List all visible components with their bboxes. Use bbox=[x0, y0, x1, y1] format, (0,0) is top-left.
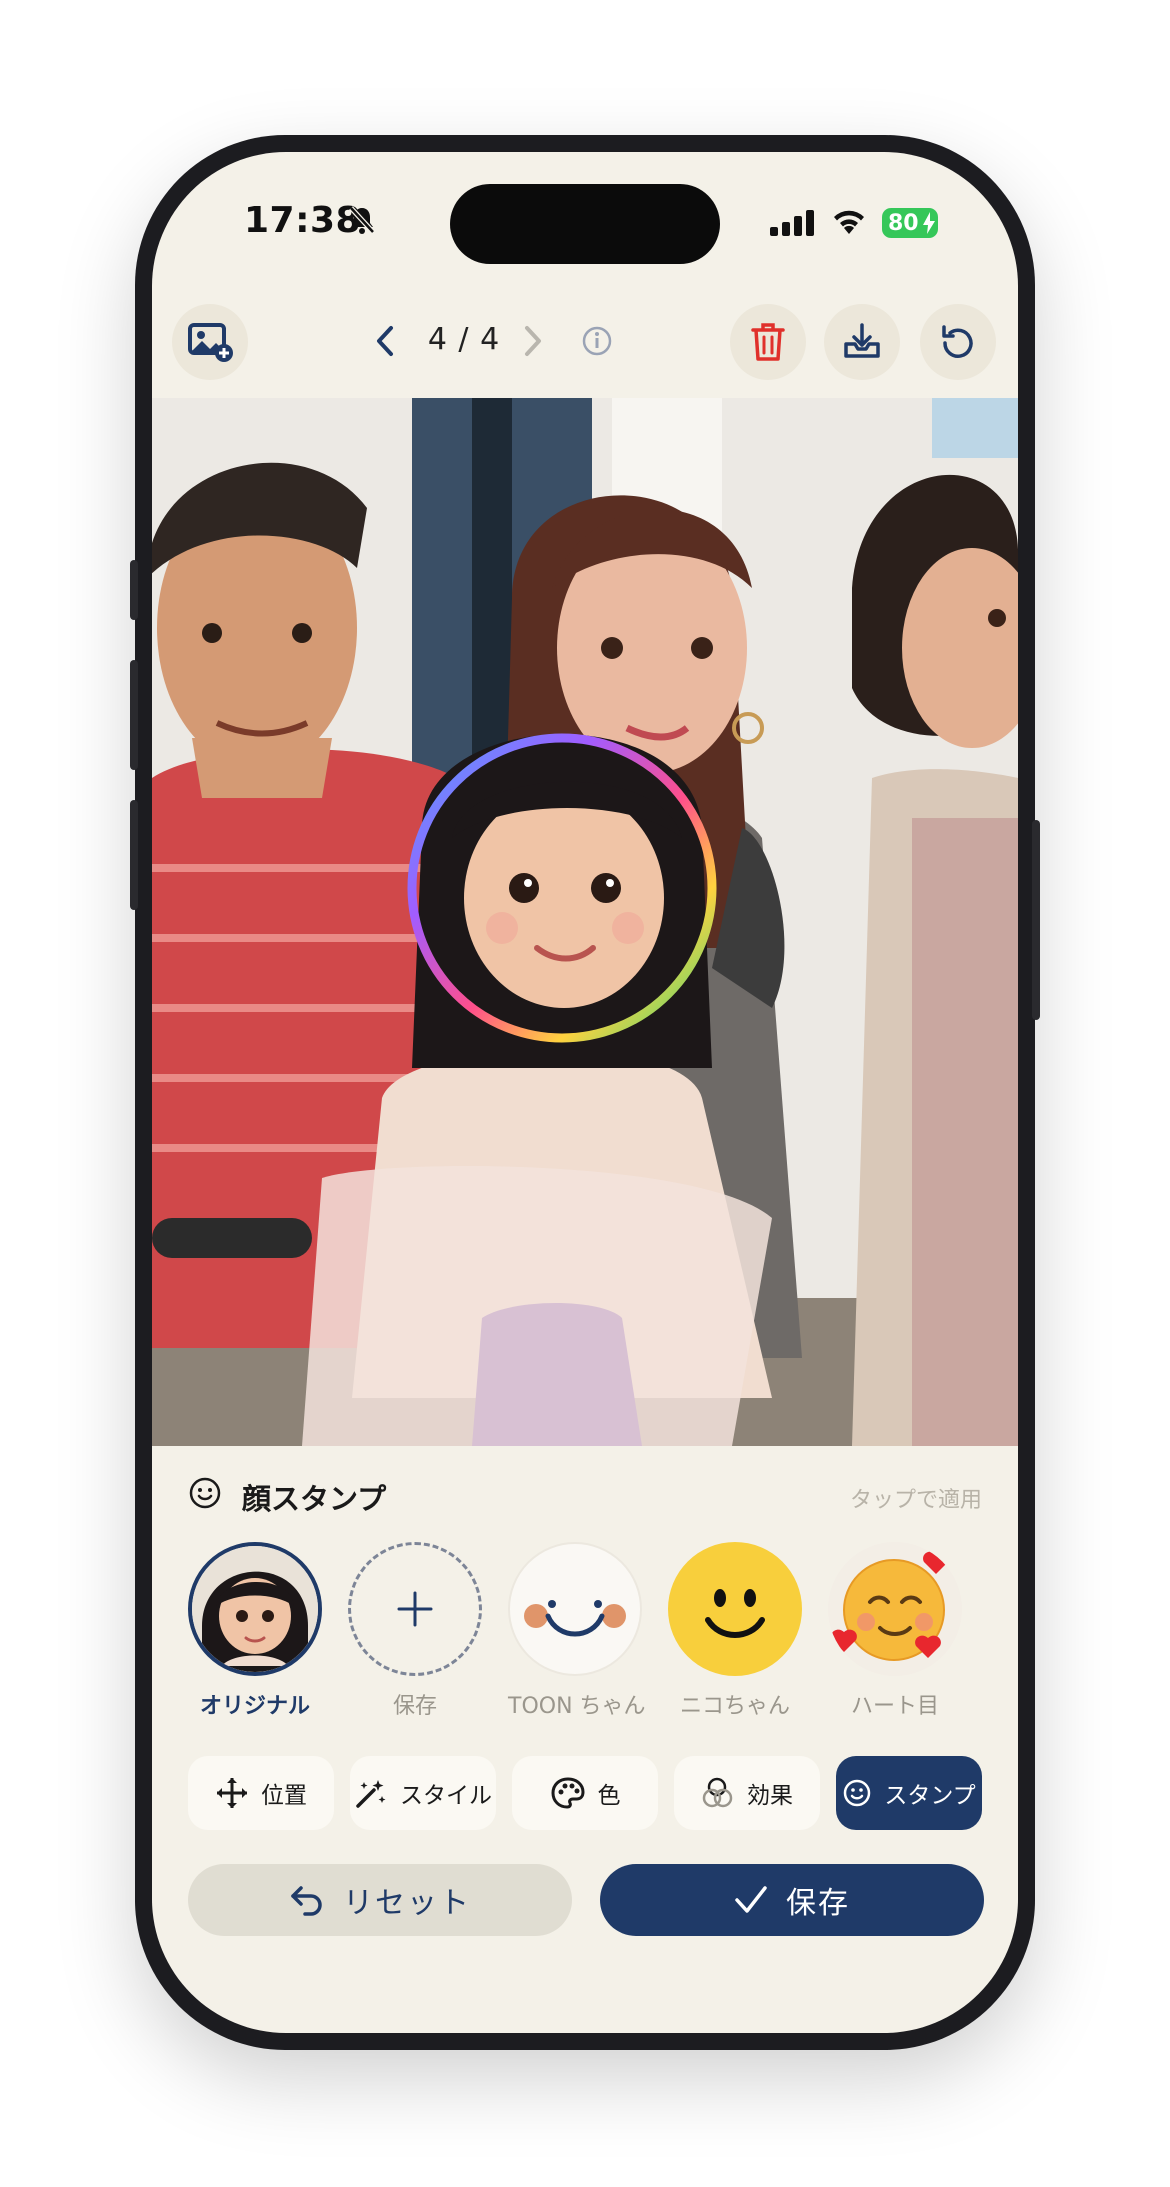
dynamic-island bbox=[450, 184, 720, 264]
tool-label: 効果 bbox=[747, 1783, 793, 1809]
tool-stamp[interactable]: スタンプ bbox=[836, 1756, 982, 1830]
next-image-icon[interactable] bbox=[522, 324, 544, 358]
heart-emoji-icon bbox=[828, 1542, 962, 1676]
info-icon[interactable] bbox=[582, 326, 612, 356]
battery-level: 80 bbox=[888, 210, 919, 236]
move-icon bbox=[217, 1778, 247, 1808]
tool-label: スタンプ bbox=[884, 1783, 976, 1809]
bell-muted-icon bbox=[349, 206, 375, 234]
cellular-signal-icon bbox=[770, 210, 814, 236]
status-time: 17:38 bbox=[244, 200, 362, 241]
smile-icon bbox=[844, 1779, 871, 1807]
toon-face-icon bbox=[508, 1542, 642, 1676]
tool-color[interactable]: 色 bbox=[512, 1756, 658, 1830]
trash-icon bbox=[751, 323, 785, 361]
download-tray-icon bbox=[844, 323, 880, 358]
phone-volume-down bbox=[130, 800, 138, 910]
stamp-label: TOON ちゃん bbox=[508, 1694, 646, 1719]
stamp-save-new[interactable]: 保存 bbox=[348, 1542, 482, 1720]
charging-bolt-icon bbox=[923, 212, 935, 234]
rotate-undo-icon bbox=[942, 325, 973, 358]
previous-image-icon[interactable] bbox=[374, 324, 396, 358]
tool-style[interactable]: スタイル bbox=[350, 1756, 496, 1830]
checkmark-icon bbox=[735, 1886, 767, 1913]
phone-volume-up bbox=[130, 660, 138, 770]
add-photo-button[interactable] bbox=[172, 304, 248, 380]
edited-photo[interactable] bbox=[152, 398, 1018, 1446]
original-face-thumbnail bbox=[188, 1542, 322, 1676]
phone-side-button bbox=[130, 560, 138, 620]
battery-indicator: 80 bbox=[882, 208, 938, 238]
stamp-toon[interactable]: TOON ちゃん bbox=[508, 1542, 646, 1720]
panel-title: 顔スタンプ bbox=[242, 1482, 387, 1516]
delete-button[interactable] bbox=[730, 304, 806, 380]
tool-label: スタイル bbox=[400, 1783, 492, 1809]
stamp-heart-eyes[interactable]: ハート目 bbox=[828, 1542, 962, 1720]
image-counter: 4 / 4 bbox=[427, 322, 501, 357]
effects-icon bbox=[702, 1777, 733, 1808]
magic-wand-icon bbox=[356, 1780, 386, 1808]
reset-label: リセット bbox=[343, 1886, 471, 1921]
save-button[interactable]: 保存 bbox=[600, 1864, 984, 1936]
stamp-label: オリジナル bbox=[199, 1694, 310, 1719]
stamp-niko[interactable]: ニコちゃん bbox=[668, 1542, 802, 1720]
reset-button[interactable]: リセット bbox=[188, 1864, 572, 1936]
stamp-label: ハート目 bbox=[850, 1694, 939, 1719]
plus-icon bbox=[348, 1542, 482, 1676]
stamp-original[interactable]: オリジナル bbox=[188, 1542, 322, 1720]
app-screen: 17:38 80 4 / 4 顔スタンプ タップで適用 オリジナル 保存 TOO… bbox=[152, 152, 1018, 2033]
tool-effects[interactable]: 効果 bbox=[674, 1756, 820, 1830]
wifi-icon bbox=[834, 210, 864, 234]
phone-power-button bbox=[1032, 820, 1040, 1020]
stamp-label: ニコちゃん bbox=[679, 1694, 790, 1719]
tool-label: 位置 bbox=[261, 1783, 307, 1809]
stamp-label: 保存 bbox=[392, 1694, 437, 1719]
undo-button[interactable] bbox=[920, 304, 996, 380]
panel-hint: タップで適用 bbox=[849, 1488, 982, 1513]
smiley-face-icon bbox=[668, 1542, 802, 1676]
add-photo-icon bbox=[188, 323, 233, 362]
tool-position[interactable]: 位置 bbox=[188, 1756, 334, 1830]
undo-arrow-icon bbox=[291, 1886, 322, 1916]
family-photo-illustration bbox=[152, 398, 1018, 1446]
tool-label: 色 bbox=[597, 1783, 621, 1809]
palette-icon bbox=[550, 1777, 585, 1809]
save-label: 保存 bbox=[786, 1886, 850, 1921]
download-button[interactable] bbox=[824, 304, 900, 380]
smile-icon bbox=[189, 1477, 221, 1509]
